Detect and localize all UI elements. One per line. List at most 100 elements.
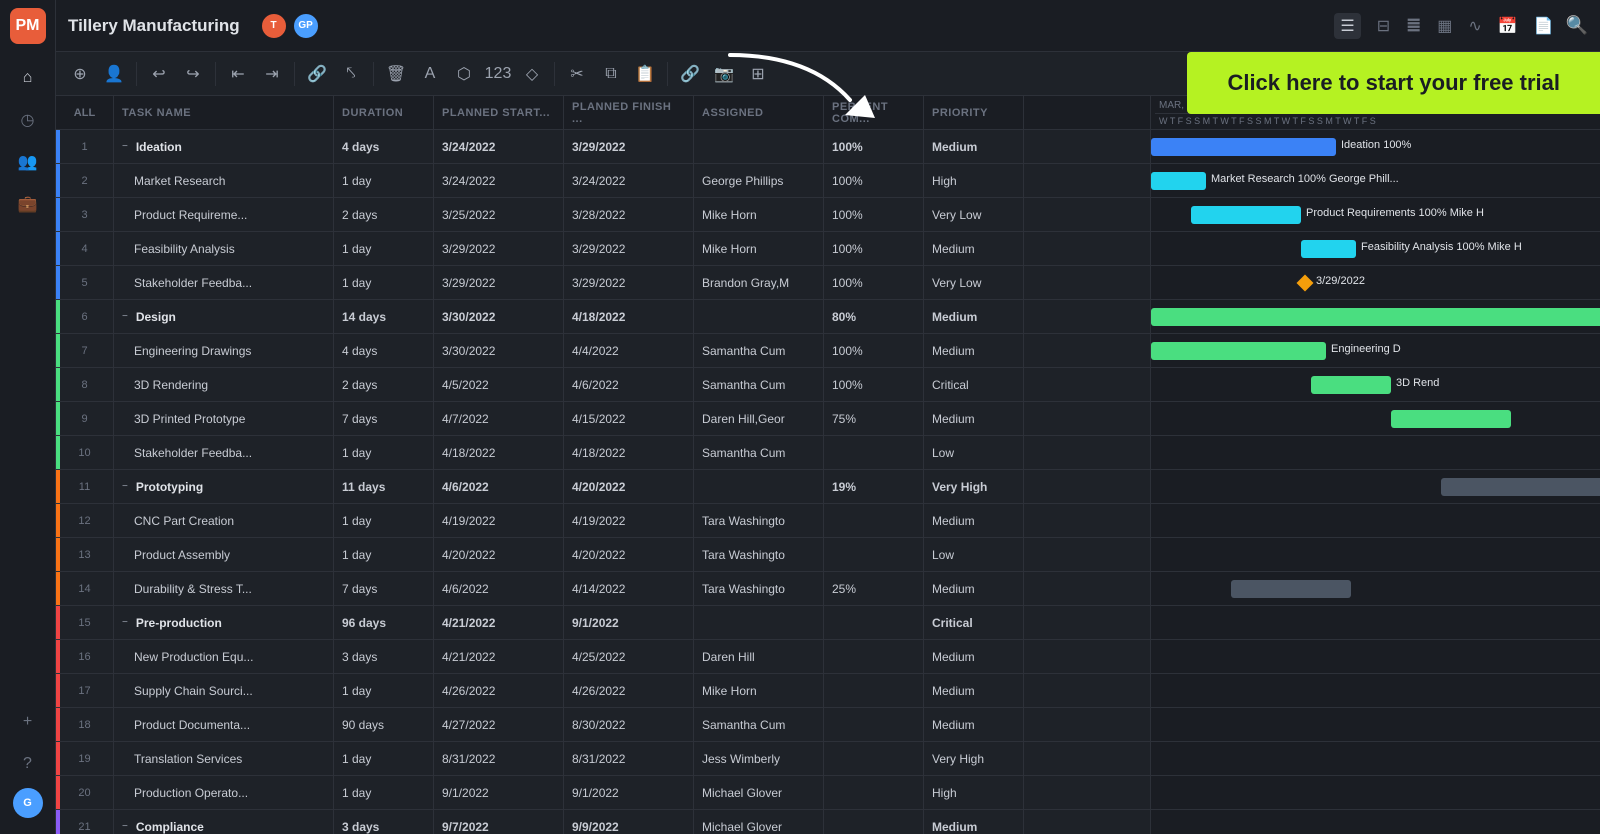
table-row[interactable]: 18Product Documenta...90 days4/27/20228/… xyxy=(56,708,1150,742)
percent-cell xyxy=(824,538,924,571)
table-row[interactable]: 3Product Requireme...2 days3/25/20223/28… xyxy=(56,198,1150,232)
unlink-btn[interactable]: ⤣ xyxy=(335,58,367,90)
view-gantt-icon[interactable]: ⊟ xyxy=(1377,16,1390,36)
table-row[interactable]: 12CNC Part Creation1 day4/19/20224/19/20… xyxy=(56,504,1150,538)
table-row[interactable]: 6−Design14 days3/30/20224/18/202280%Medi… xyxy=(56,300,1150,334)
gantt-bar xyxy=(1151,172,1206,190)
sidebar-item-help[interactable]: ? xyxy=(10,746,46,782)
text-btn[interactable]: A xyxy=(414,58,446,90)
table-row[interactable]: 13Product Assembly1 day4/20/20224/20/202… xyxy=(56,538,1150,572)
table-row[interactable]: 83D Rendering2 days4/5/20224/6/2022Saman… xyxy=(56,368,1150,402)
sidebar: PM ⌂ ◷ 👥 💼 + ? G xyxy=(0,0,56,834)
planned-finish-cell: 8/30/2022 xyxy=(564,708,694,741)
shape-btn[interactable]: ◇ xyxy=(516,58,548,90)
link2-btn[interactable]: 🔗 xyxy=(674,58,706,90)
gantt-row xyxy=(1151,538,1600,572)
view-list-icon[interactable]: ☰ xyxy=(1334,13,1360,39)
table-row[interactable]: 15−Pre-production96 days4/21/20229/1/202… xyxy=(56,606,1150,640)
percent-cell xyxy=(824,436,924,469)
undo-btn[interactable]: ↩ xyxy=(143,58,175,90)
percent-cell xyxy=(824,606,924,639)
avatar-1[interactable]: T xyxy=(260,12,288,40)
paste-btn[interactable]: 📋 xyxy=(629,58,661,90)
duration-cell: 14 days xyxy=(334,300,434,333)
trial-banner[interactable]: Click here to start your free trial xyxy=(1187,52,1600,114)
planned-finish-cell: 4/20/2022 xyxy=(564,538,694,571)
camera-btn[interactable]: 📷 xyxy=(708,58,740,90)
add-user-btn[interactable]: 👤 xyxy=(98,58,130,90)
delete-btn[interactable]: 🗑 xyxy=(380,58,412,90)
assigned-cell: Jess Wimberly xyxy=(694,742,824,775)
view-table-icon[interactable]: ▦ xyxy=(1437,16,1452,36)
row-number: 10 xyxy=(56,436,114,469)
table-row[interactable]: 5Stakeholder Feedba...1 day3/29/20223/29… xyxy=(56,266,1150,300)
percent-cell: 100% xyxy=(824,164,924,197)
gantt-row: 3D Rend xyxy=(1151,368,1600,402)
indent-btn[interactable]: ⇥ xyxy=(256,58,288,90)
app-logo[interactable]: PM xyxy=(10,8,46,44)
extra-btn[interactable]: ⊞ xyxy=(742,58,774,90)
row-number: 3 xyxy=(56,198,114,231)
task-name-cell: −Compliance xyxy=(114,810,334,834)
view-board-icon[interactable]: ≣ xyxy=(1406,15,1421,36)
table-row[interactable]: 21−Compliance3 days9/7/20229/9/2022Micha… xyxy=(56,810,1150,834)
row-number: 20 xyxy=(56,776,114,809)
redo-btn[interactable]: ↪ xyxy=(177,58,209,90)
percent-cell: 100% xyxy=(824,198,924,231)
link-btn[interactable]: 🔗 xyxy=(301,58,333,90)
duration-cell: 1 day xyxy=(334,742,434,775)
view-calendar-icon[interactable]: 📅 xyxy=(1498,16,1518,36)
table-row[interactable]: 19Translation Services1 day8/31/20228/31… xyxy=(56,742,1150,776)
table-row[interactable]: 1−Ideation4 days3/24/20223/29/2022100%Me… xyxy=(56,130,1150,164)
table-row[interactable]: 17Supply Chain Sourci...1 day4/26/20224/… xyxy=(56,674,1150,708)
table-row[interactable]: 4Feasibility Analysis1 day3/29/20223/29/… xyxy=(56,232,1150,266)
color-btn[interactable]: ⬡ xyxy=(448,58,480,90)
planned-finish-cell: 4/6/2022 xyxy=(564,368,694,401)
add-btn[interactable]: ⊕ xyxy=(64,58,96,90)
col-assigned: ASSIGNED xyxy=(694,96,824,129)
table-row[interactable]: 2Market Research1 day3/24/20223/24/2022G… xyxy=(56,164,1150,198)
planned-finish-cell: 3/29/2022 xyxy=(564,130,694,163)
gantt-bar xyxy=(1151,138,1336,156)
table-row[interactable]: 20Production Operato...1 day9/1/20229/1/… xyxy=(56,776,1150,810)
table-row[interactable]: 93D Printed Prototype7 days4/7/20224/15/… xyxy=(56,402,1150,436)
assigned-cell: Tara Washingto xyxy=(694,504,824,537)
sidebar-item-briefcase[interactable]: 💼 xyxy=(10,186,46,222)
table-row[interactable]: 10Stakeholder Feedba...1 day4/18/20224/1… xyxy=(56,436,1150,470)
assigned-cell: Tara Washingto xyxy=(694,538,824,571)
avatar-2[interactable]: GP xyxy=(292,12,320,40)
priority-cell: Very High xyxy=(924,742,1024,775)
table-row[interactable]: 7Engineering Drawings4 days3/30/20224/4/… xyxy=(56,334,1150,368)
sidebar-item-add[interactable]: + xyxy=(10,704,46,740)
table-row[interactable]: 16New Production Equ...3 days4/21/20224/… xyxy=(56,640,1150,674)
task-name-cell: Stakeholder Feedba... xyxy=(114,266,334,299)
sidebar-item-recent[interactable]: ◷ xyxy=(10,102,46,138)
gantt-bar xyxy=(1151,342,1326,360)
view-file-icon[interactable]: 📄 xyxy=(1534,16,1554,36)
user-avatar[interactable]: G xyxy=(13,788,43,818)
priority-cell: Medium xyxy=(924,130,1024,163)
percent-cell: 19% xyxy=(824,470,924,503)
table-row[interactable]: 11−Prototyping11 days4/6/20224/20/202219… xyxy=(56,470,1150,504)
priority-cell: Medium xyxy=(924,232,1024,265)
planned-start-cell: 4/21/2022 xyxy=(434,640,564,673)
gantt-row: Product Requirements 100% Mike H xyxy=(1151,198,1600,232)
number-btn[interactable]: 123 xyxy=(482,58,514,90)
priority-cell: Medium xyxy=(924,572,1024,605)
gantt-bar xyxy=(1391,410,1511,428)
copy-btn[interactable]: ⧉ xyxy=(595,58,627,90)
sidebar-item-home[interactable]: ⌂ xyxy=(10,60,46,96)
col-priority: PRIORITY xyxy=(924,96,1024,129)
assigned-cell: Michael Glover xyxy=(694,776,824,809)
row-number: 7 xyxy=(56,334,114,367)
cut-btn[interactable]: ✂ xyxy=(561,58,593,90)
gantt-bar-label: 3/29/2022 xyxy=(1316,275,1365,287)
gantt-bar xyxy=(1301,240,1356,258)
outdent-btn[interactable]: ⇤ xyxy=(222,58,254,90)
view-chart-icon[interactable]: ∿ xyxy=(1468,16,1481,36)
sidebar-item-people[interactable]: 👥 xyxy=(10,144,46,180)
table-row[interactable]: 14Durability & Stress T...7 days4/6/2022… xyxy=(56,572,1150,606)
col-task-name: TASK NAME xyxy=(114,96,334,129)
search-button[interactable]: 🔍 xyxy=(1566,15,1588,36)
planned-finish-cell: 9/1/2022 xyxy=(564,776,694,809)
